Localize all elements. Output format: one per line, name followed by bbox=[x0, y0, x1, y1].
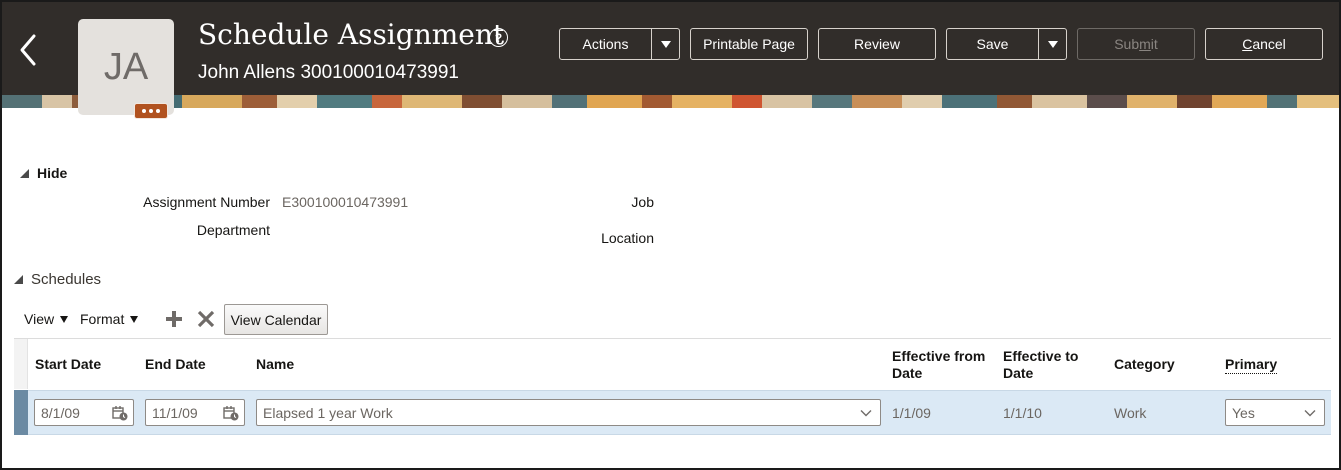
column-header-name[interactable]: Name bbox=[256, 356, 294, 373]
x-icon bbox=[197, 310, 215, 328]
schedules-section-title: Schedules bbox=[31, 271, 102, 288]
column-header-primary[interactable]: Primary bbox=[1225, 356, 1278, 374]
format-menu[interactable]: Format bbox=[80, 311, 139, 327]
chevron-down-icon bbox=[860, 410, 872, 417]
view-menu[interactable]: View bbox=[24, 311, 69, 327]
disclosure-triangle-icon bbox=[20, 168, 29, 178]
cancel-button[interactable]: Cancel bbox=[1205, 28, 1323, 60]
header-pattern-band bbox=[2, 95, 1339, 108]
caret-down-icon bbox=[660, 40, 671, 48]
printable-page-label: Printable Page bbox=[703, 36, 795, 52]
column-header-effective-from[interactable]: Effective from Date bbox=[892, 348, 985, 382]
column-header-effective-to[interactable]: Effective to Date bbox=[1003, 348, 1078, 382]
save-button[interactable]: Save bbox=[946, 28, 1067, 60]
row-selection-indicator bbox=[14, 390, 28, 435]
submit-label-suffix: it bbox=[1150, 36, 1158, 52]
avatar-more-button[interactable] bbox=[134, 103, 168, 119]
table-header-gutter bbox=[14, 339, 28, 389]
hide-details-toggle[interactable]: Hide bbox=[20, 165, 67, 181]
table-top-border bbox=[14, 338, 1331, 339]
ellipsis-dot bbox=[156, 109, 160, 113]
plus-icon bbox=[166, 311, 182, 327]
submit-label-prefix: Sub bbox=[1114, 36, 1140, 52]
hide-label: Hide bbox=[37, 165, 68, 181]
submit-button[interactable]: Submit bbox=[1077, 28, 1195, 60]
assignment-number-label: Assignment Number bbox=[143, 194, 270, 210]
back-button[interactable] bbox=[14, 30, 42, 70]
submit-label-mnemonic: m bbox=[1139, 36, 1151, 52]
add-row-button[interactable] bbox=[164, 309, 184, 329]
effective-from-value: 1/1/09 bbox=[892, 405, 931, 421]
calendar-icon[interactable] bbox=[223, 405, 239, 421]
app-frame: JA Schedule Assignment ? John Allens 300… bbox=[0, 0, 1341, 470]
primary-select[interactable]: Yes bbox=[1225, 399, 1325, 426]
end-date-input[interactable]: 11/1/09 bbox=[145, 399, 245, 426]
column-header-effective-from-line1: Effective from bbox=[892, 348, 986, 364]
column-header-effective-to-line1: Effective to bbox=[1003, 348, 1079, 364]
avatar-initials: JA bbox=[103, 45, 149, 88]
ellipsis-dot bbox=[149, 109, 153, 113]
schedule-name-select[interactable]: Elapsed 1 year Work bbox=[256, 399, 881, 426]
column-header-effective-to-line2: Date bbox=[1003, 365, 1034, 381]
actions-button[interactable]: Actions bbox=[559, 28, 680, 60]
cancel-label-suffix: ancel bbox=[1252, 36, 1286, 52]
help-icon[interactable]: ? bbox=[489, 28, 508, 47]
cancel-label: Cancel bbox=[1242, 36, 1286, 52]
schedule-name-value: Elapsed 1 year Work bbox=[263, 404, 393, 421]
page-subtitle: John Allens 300100010473991 bbox=[198, 62, 459, 83]
caret-down-icon bbox=[130, 315, 139, 323]
caret-down-icon bbox=[1047, 40, 1058, 48]
caret-down-icon bbox=[60, 315, 69, 323]
primary-value: Yes bbox=[1232, 404, 1255, 421]
printable-page-button[interactable]: Printable Page bbox=[690, 28, 808, 60]
actions-label: Actions bbox=[582, 36, 629, 52]
column-header-end-date[interactable]: End Date bbox=[145, 356, 206, 373]
column-header-start-date[interactable]: Start Date bbox=[35, 356, 101, 373]
save-dropdown-toggle[interactable] bbox=[1038, 29, 1066, 59]
actions-dropdown-toggle[interactable] bbox=[651, 29, 679, 59]
page-title: Schedule Assignment bbox=[198, 18, 505, 51]
save-label: Save bbox=[976, 36, 1009, 52]
view-menu-label: View bbox=[24, 311, 55, 327]
column-header-effective-from-line2: Date bbox=[892, 365, 923, 381]
view-calendar-button[interactable]: View Calendar bbox=[224, 304, 328, 335]
review-label: Review bbox=[854, 36, 900, 52]
category-value: Work bbox=[1114, 405, 1147, 421]
cancel-label-mnemonic: C bbox=[1242, 36, 1253, 52]
location-label: Location bbox=[601, 230, 654, 246]
end-date-value: 11/1/09 bbox=[152, 404, 198, 421]
calendar-icon[interactable] bbox=[112, 405, 128, 421]
review-button[interactable]: Review bbox=[818, 28, 936, 60]
job-label: Job bbox=[631, 194, 654, 210]
effective-to-value: 1/1/10 bbox=[1003, 405, 1042, 421]
chevron-left-icon bbox=[20, 34, 36, 66]
delete-row-button[interactable] bbox=[196, 309, 216, 329]
chevron-down-icon bbox=[1304, 410, 1316, 417]
assignment-number-value: E300100010473991 bbox=[282, 194, 409, 210]
avatar: JA bbox=[78, 19, 174, 115]
start-date-input[interactable]: 8/1/09 bbox=[34, 399, 134, 426]
disclosure-triangle-icon bbox=[14, 275, 23, 284]
department-label: Department bbox=[196, 222, 270, 238]
ellipsis-icon bbox=[142, 109, 146, 113]
submit-label: Submit bbox=[1114, 36, 1158, 52]
format-menu-label: Format bbox=[80, 311, 125, 327]
start-date-value: 8/1/09 bbox=[41, 404, 80, 421]
schedules-section-toggle[interactable]: Schedules bbox=[14, 271, 101, 288]
column-header-category[interactable]: Category bbox=[1114, 356, 1175, 373]
